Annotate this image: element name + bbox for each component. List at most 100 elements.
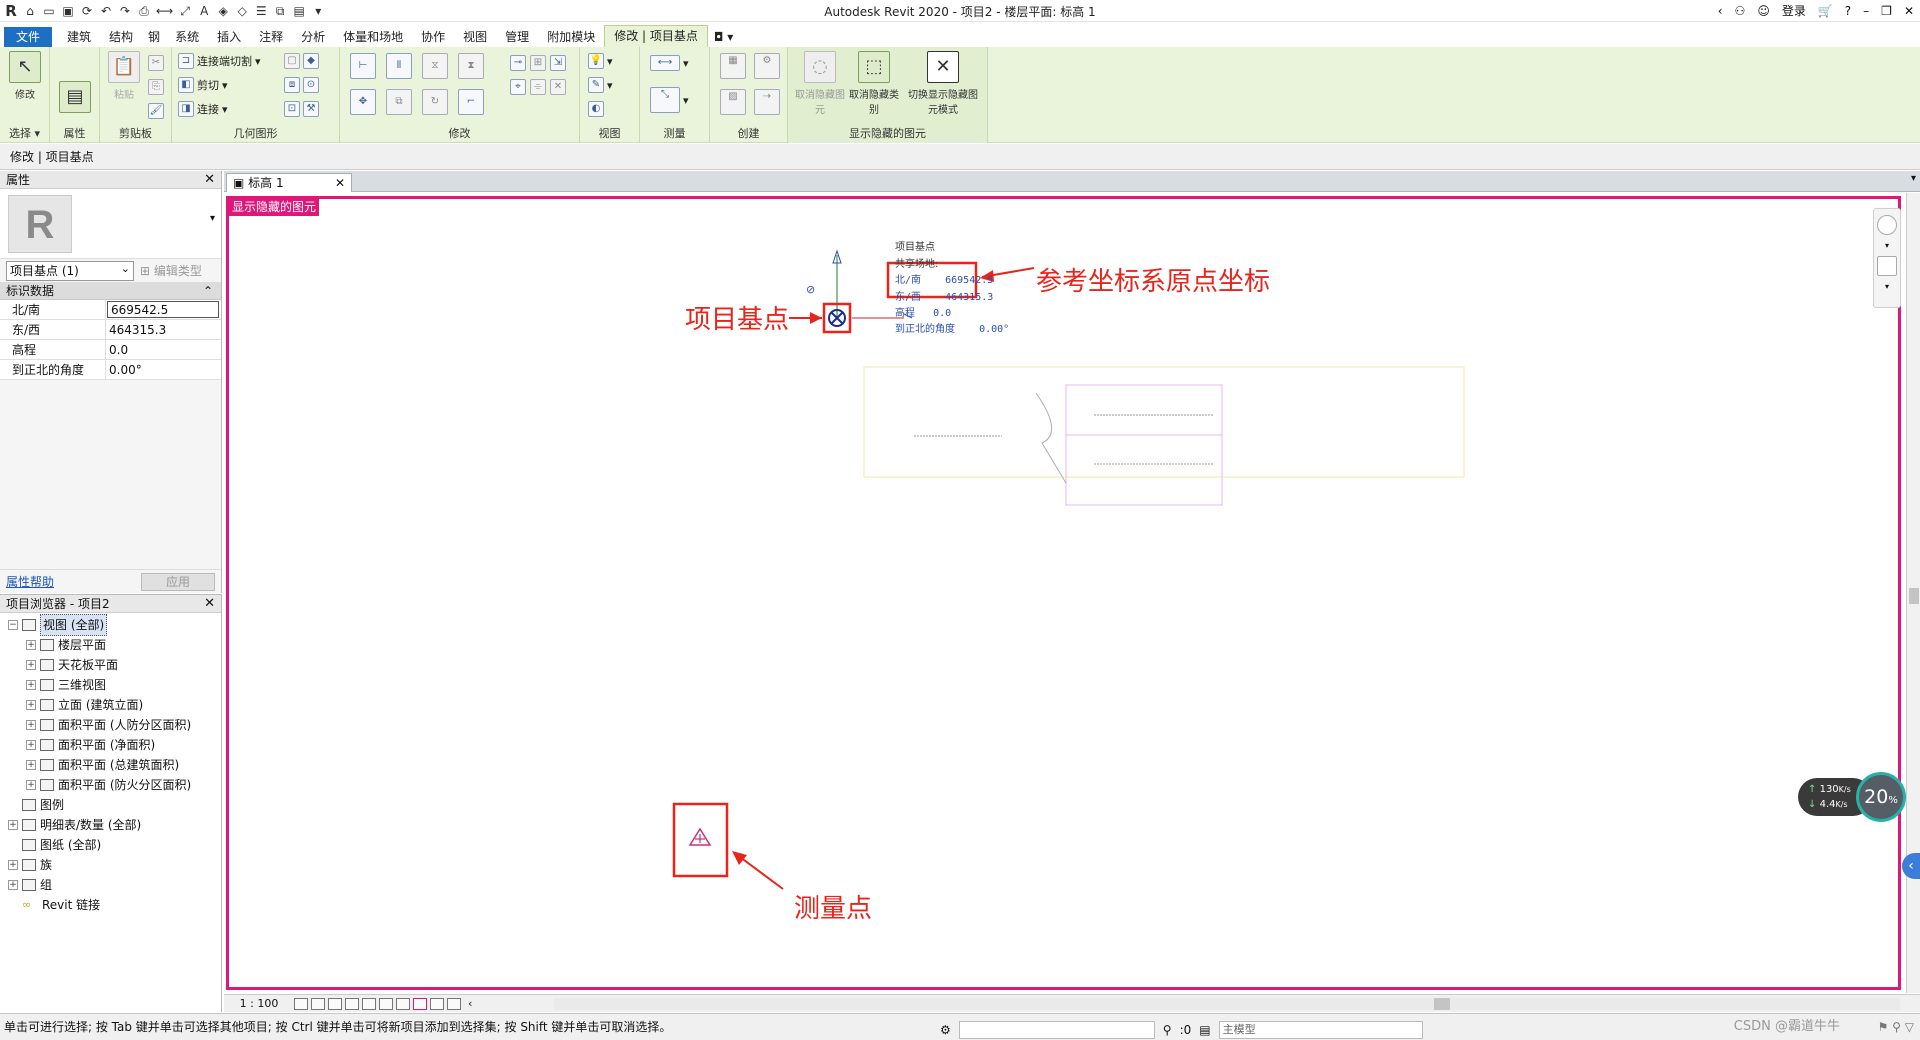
scroll-left-icon[interactable]: ‹ xyxy=(468,997,472,1010)
create-parts-icon[interactable]: ⚙ xyxy=(754,53,780,79)
property-group-header[interactable]: 标识数据 ⌃ xyxy=(0,283,221,300)
save-icon[interactable]: ▣ xyxy=(61,3,75,19)
properties-help-link[interactable]: 属性帮助 xyxy=(6,573,54,590)
ns-row[interactable]: 北/南 669542.5 xyxy=(895,271,993,286)
minimize-button[interactable]: – xyxy=(1863,4,1869,18)
tree-item[interactable]: + 族 xyxy=(0,855,221,875)
tree-item[interactable]: 图纸 (全部) xyxy=(0,835,221,855)
print-icon[interactable]: ⎙ xyxy=(137,3,151,19)
expand-icon[interactable]: + xyxy=(26,720,36,730)
modify-button[interactable]: ↖ 修改 xyxy=(5,51,45,119)
tree-item[interactable]: + 面积平面 (人防分区面积) xyxy=(0,715,221,735)
elevation-row[interactable]: 高程 0.0 xyxy=(895,304,951,319)
tab-list-icon[interactable]: ▾ xyxy=(1911,173,1916,184)
hide-in-view-icon[interactable]: ◐ xyxy=(588,101,604,117)
tree-item[interactable]: + 明细表/数量 (全部) xyxy=(0,815,221,835)
collapse-icon[interactable]: ⌃ xyxy=(203,283,213,300)
open-icon[interactable]: ▭ xyxy=(42,3,56,19)
unpin-icon[interactable]: ⌯ xyxy=(530,79,546,95)
expand-icon[interactable]: + xyxy=(26,640,36,650)
unhide-element-button[interactable]: ◌ 取消隐藏图元 xyxy=(794,51,846,119)
constraints-icon[interactable] xyxy=(447,997,461,1010)
workset-icon[interactable]: ⚙ xyxy=(940,1017,951,1040)
measure-between-icon[interactable]: ⟷ ▾ xyxy=(650,55,689,71)
sync-icon[interactable]: ⟳ xyxy=(80,3,94,19)
tree-item[interactable]: − 视图 (全部) xyxy=(0,614,221,636)
tab-view[interactable]: 视图 xyxy=(454,27,496,47)
angle-row[interactable]: 到正北的角度 0.00° xyxy=(895,320,1009,335)
close-icon[interactable]: ✕ xyxy=(335,174,345,192)
detail-level-icon[interactable] xyxy=(294,997,308,1010)
steering-wheel-icon[interactable] xyxy=(1877,215,1897,235)
workset-dropdown[interactable] xyxy=(958,1021,1155,1039)
angle-to-north-field[interactable]: 0.00° xyxy=(106,360,221,379)
expand-icon[interactable]: + xyxy=(26,680,36,690)
tab-addins[interactable]: 附加模块 xyxy=(538,27,604,47)
properties-button[interactable]: ▤ xyxy=(55,51,95,119)
redo-icon[interactable]: ↷ xyxy=(118,3,132,19)
join-button[interactable]: ◨ 连接 ▾ xyxy=(178,101,228,117)
pin-icon[interactable]: ⌖ xyxy=(510,79,526,95)
override-graphics-icon[interactable]: 💡 ▾ xyxy=(588,53,613,69)
tab-architecture[interactable]: 建筑 xyxy=(58,27,100,47)
expand-icon[interactable]: + xyxy=(26,700,36,710)
wheel-dropdown-icon[interactable]: ▾ xyxy=(1874,241,1900,250)
search-icon[interactable]: ‹ xyxy=(1718,4,1723,18)
instance-filter-dropdown[interactable]: 项目基点 (1) xyxy=(6,260,134,281)
view-scale[interactable]: 1 : 100 xyxy=(224,997,294,1010)
expand-icon[interactable]: + xyxy=(26,760,36,770)
tab-annotate[interactable]: 注释 xyxy=(250,27,292,47)
close-hidden-icon[interactable]: ⧉ xyxy=(273,3,287,19)
cart-icon[interactable]: 🛒 xyxy=(1818,4,1833,18)
design-options-icon[interactable]: ▤ xyxy=(1199,1017,1210,1040)
shadows-icon[interactable] xyxy=(345,997,359,1010)
array-icon[interactable]: ⊞ xyxy=(530,55,546,71)
close-button[interactable]: ✕ xyxy=(1904,4,1914,18)
unhide-category-button[interactable]: ⬚ 取消隐藏类别 xyxy=(848,51,900,119)
tree-item[interactable]: 图例 xyxy=(0,795,221,815)
tab-level-1[interactable]: ▣ 标高 1 ✕ xyxy=(226,173,352,192)
tab-insert[interactable]: 插入 xyxy=(208,27,250,47)
copy-icon[interactable]: ⧉ xyxy=(386,89,412,115)
select-panel-label[interactable]: 选择 ▾ xyxy=(0,125,49,141)
tree-item[interactable]: + 组 xyxy=(0,875,221,895)
create-assembly-icon[interactable]: ▦ xyxy=(720,53,746,79)
copy-clip-icon[interactable]: ⎘ xyxy=(148,79,164,95)
design-option-dropdown[interactable]: 主模型 xyxy=(1218,1021,1423,1039)
geometry-tool-3[interactable]: ⊡ ⚒ xyxy=(284,101,319,117)
drawing-area[interactable]: 显示隐藏的图元 ⊘ 项目基点 共享场地: 北/南 669542.5 东/西 46… xyxy=(224,193,1905,993)
create-group-icon[interactable]: ▨ xyxy=(720,89,746,115)
expand-icon[interactable]: + xyxy=(8,860,18,870)
ribbon-options-icon[interactable]: ◘ ▾ xyxy=(708,27,739,47)
cut-button[interactable]: ◧ 剪切 ▾ xyxy=(178,77,228,93)
align-icon[interactable]: ⊢ xyxy=(350,53,376,79)
elevation-field[interactable]: 0.0 xyxy=(106,340,221,359)
tab-systems[interactable]: 系统 xyxy=(166,27,208,47)
analytical-model-icon[interactable] xyxy=(430,997,444,1010)
move-icon[interactable]: ✥ xyxy=(350,89,376,115)
tab-file[interactable]: 文件 xyxy=(4,27,53,47)
geometry-tool-2[interactable]: ⧈ ⊙ xyxy=(284,77,319,93)
measure-icon[interactable]: ⟷ xyxy=(156,3,173,19)
selection-filter-icons[interactable]: ⚑ ⚲ ▽ xyxy=(1878,1014,1914,1040)
apply-button[interactable]: 应用 xyxy=(141,572,215,591)
visual-style-icon[interactable] xyxy=(311,997,325,1010)
thin-lines-icon[interactable]: ☰ xyxy=(254,3,268,19)
rotate-icon[interactable]: ↻ xyxy=(422,89,448,115)
chevron-down-icon[interactable]: ▾ xyxy=(210,213,215,224)
scroll-thumb[interactable] xyxy=(1434,998,1450,1010)
expand-icon[interactable]: + xyxy=(8,820,18,830)
tab-steel[interactable]: 钢 xyxy=(142,27,166,47)
crop-view-icon[interactable] xyxy=(362,997,376,1010)
undo-icon[interactable]: ↶ xyxy=(99,3,113,19)
horizontal-scrollbar[interactable] xyxy=(554,998,1900,1010)
edit-type-button[interactable]: ⊞ 编辑类型 xyxy=(140,262,202,279)
tab-structure[interactable]: 结构 xyxy=(100,27,142,47)
tab-modify-project-base-point[interactable]: 修改 | 项目基点 xyxy=(604,25,708,47)
north-south-field[interactable]: 669542.5 xyxy=(107,301,219,318)
tab-analyze[interactable]: 分析 xyxy=(292,27,334,47)
toggle-reveal-button[interactable]: ✕ 切换显示隐藏图元模式 xyxy=(904,51,982,119)
east-west-field[interactable]: 464315.3 xyxy=(106,320,221,339)
geometry-tool-1[interactable]: ▢ ◆ xyxy=(284,53,319,69)
text-icon[interactable]: A xyxy=(197,3,211,19)
